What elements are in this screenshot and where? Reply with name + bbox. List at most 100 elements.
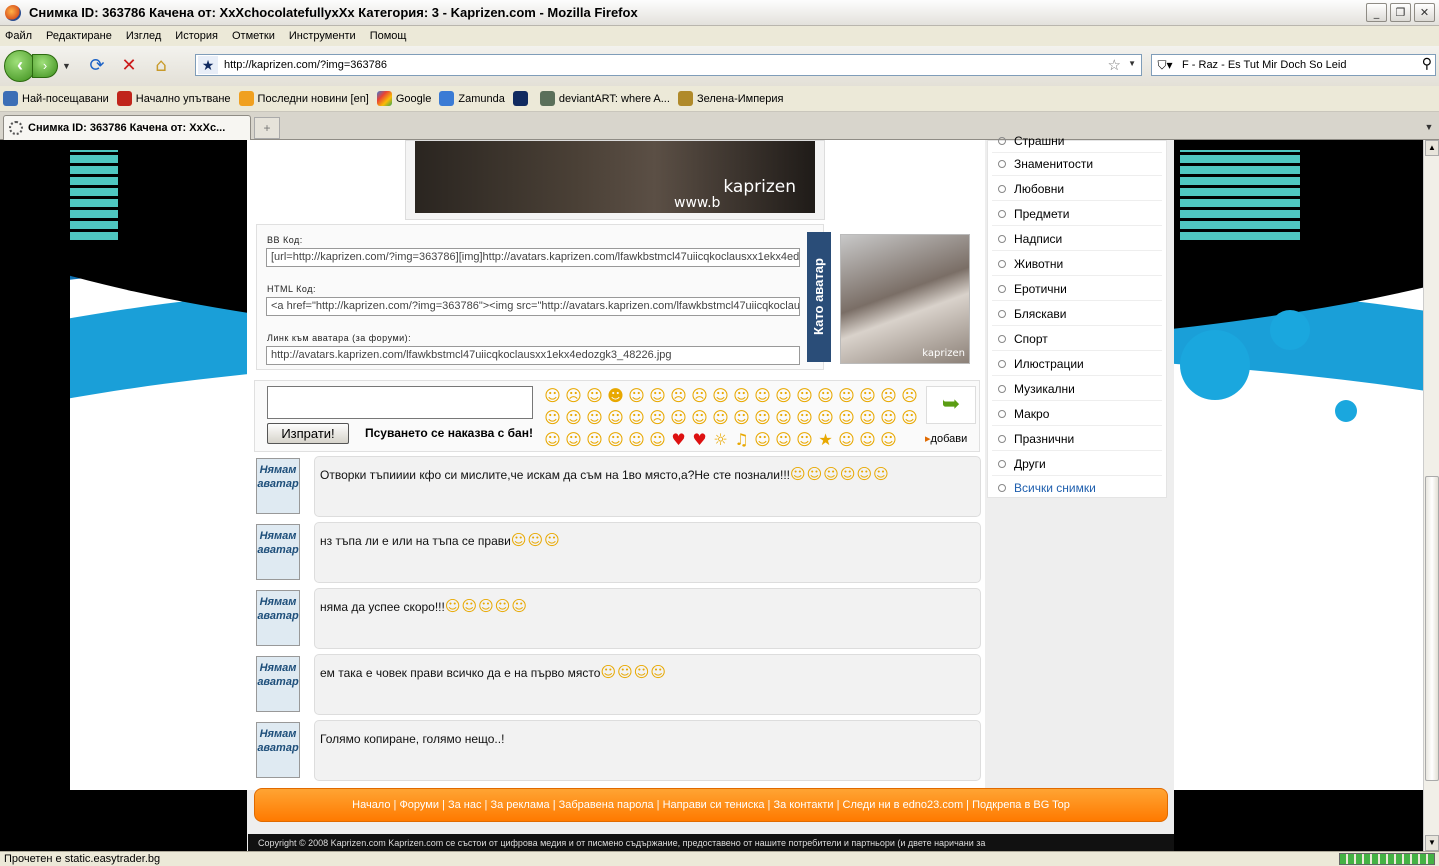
no-avatar-image[interactable]: Нямам аватар bbox=[256, 590, 300, 646]
smiley-icon[interactable]: ☺ bbox=[899, 407, 920, 428]
smiley-icon[interactable]: ☺ bbox=[815, 407, 836, 428]
smiley-icon[interactable]: ☺ bbox=[752, 429, 773, 450]
smiley-icon[interactable]: ☺ bbox=[878, 429, 899, 450]
search-engine-icon[interactable]: ⛉▾ bbox=[1152, 58, 1178, 73]
smiley-icon[interactable]: ☺ bbox=[836, 407, 857, 428]
url-bar[interactable]: ★ http://kaprizen.com/?img=363786 ☆ ▼ bbox=[195, 54, 1142, 76]
search-icon[interactable]: ⚲ bbox=[1422, 56, 1432, 72]
bookmark-zelena-imperiya[interactable]: Зелена-Империя bbox=[677, 91, 784, 106]
smiley-icon[interactable]: ☺ bbox=[815, 385, 836, 406]
category-scary[interactable]: Страшни bbox=[992, 129, 1162, 153]
smiley-icon[interactable]: ☺ bbox=[584, 385, 605, 406]
smiley-icon[interactable]: ☺ bbox=[563, 407, 584, 428]
bookmark-star[interactable] bbox=[512, 91, 532, 106]
home-icon[interactable]: ⌂ bbox=[150, 55, 172, 77]
smiley-icon[interactable]: ☺ bbox=[794, 407, 815, 428]
search-input[interactable]: F - Raz - Es Tut Mir Doch So Leid bbox=[1182, 59, 1346, 71]
bb-code-field[interactable]: [url=http://kaprizen.com/?img=363786][im… bbox=[266, 248, 800, 267]
smiley-icon[interactable]: ☺ bbox=[836, 429, 857, 450]
category-music[interactable]: Музикални bbox=[992, 377, 1162, 401]
smiley-icon[interactable]: ☹ bbox=[899, 385, 920, 406]
smiley-icon[interactable]: ☺ bbox=[626, 407, 647, 428]
category-erotic[interactable]: Еротични bbox=[992, 277, 1162, 301]
site-identity-icon[interactable]: ★ bbox=[198, 56, 218, 74]
smiley-icon[interactable]: ☺ bbox=[689, 407, 710, 428]
smiley-icon[interactable]: ☺ bbox=[647, 429, 668, 450]
smiley-icon[interactable]: ☺ bbox=[563, 429, 584, 450]
smiley-icon[interactable]: ☺ bbox=[878, 407, 899, 428]
menu-edit[interactable]: Редактиране bbox=[46, 30, 112, 42]
scrollbar-thumb[interactable] bbox=[1425, 476, 1439, 781]
bookmark-latest-news[interactable]: Последни новини [en] bbox=[238, 91, 369, 106]
search-bar[interactable]: ⛉▾ F - Raz - Es Tut Mir Doch So Leid ⚲ bbox=[1151, 54, 1436, 76]
category-animals[interactable]: Животни bbox=[992, 252, 1162, 276]
smiley-icon[interactable]: ☹ bbox=[878, 385, 899, 406]
smiley-icon[interactable]: ☼ bbox=[710, 429, 731, 450]
smiley-icon[interactable]: ★ bbox=[815, 429, 836, 450]
smiley-icon[interactable]: ☺ bbox=[647, 385, 668, 406]
smiley-icon[interactable]: ☺ bbox=[710, 407, 731, 428]
category-macro[interactable]: Макро bbox=[992, 402, 1162, 426]
category-holidays[interactable]: Празнични bbox=[992, 427, 1162, 451]
smiley-icon[interactable]: ☺ bbox=[584, 407, 605, 428]
footer-links[interactable]: Начало | Форуми | За нас | За реклама | … bbox=[254, 788, 1168, 822]
new-tab-button[interactable]: + bbox=[254, 117, 280, 139]
add-smiley-link[interactable]: ▸добави bbox=[925, 432, 967, 445]
smiley-icon[interactable]: ☺ bbox=[542, 385, 563, 406]
submit-comment-button[interactable]: Изпрати! bbox=[267, 423, 349, 444]
tab-active[interactable]: Снимка ID: 363786 Качена от: XxXc... bbox=[3, 115, 251, 140]
no-avatar-image[interactable]: Нямам аватар bbox=[256, 524, 300, 580]
html-code-field[interactable]: <a href="http://kaprizen.com/?img=363786… bbox=[266, 297, 800, 316]
bookmark-google[interactable]: Google bbox=[376, 91, 431, 106]
avatar-link-field[interactable]: http://avatars.kaprizen.com/lfawkbstmcl4… bbox=[266, 346, 800, 365]
minimize-button[interactable]: _ bbox=[1366, 3, 1387, 22]
add-smiley-box[interactable]: ➥ ▸добави bbox=[923, 384, 979, 448]
close-button[interactable]: ✕ bbox=[1414, 3, 1435, 22]
bookmark-getting-started[interactable]: Начално упътване bbox=[116, 91, 231, 106]
smiley-icon[interactable]: ☹ bbox=[563, 385, 584, 406]
bookmark-deviantart[interactable]: deviantART: where A... bbox=[539, 91, 670, 106]
bookmark-star-icon[interactable]: ☆ bbox=[1108, 56, 1121, 74]
category-other[interactable]: Други bbox=[992, 452, 1162, 476]
bookmark-most-visited[interactable]: Най-посещавани bbox=[3, 91, 109, 106]
maximize-button[interactable]: ❐ bbox=[1390, 3, 1411, 22]
smiley-icon[interactable]: ☹ bbox=[647, 407, 668, 428]
smiley-icon[interactable]: ☺ bbox=[857, 429, 878, 450]
category-captions[interactable]: Надписи bbox=[992, 227, 1162, 251]
category-all-images[interactable]: Всички снимки bbox=[992, 476, 1162, 500]
comment-textarea[interactable] bbox=[267, 386, 533, 419]
scroll-down-icon[interactable]: ▼ bbox=[1425, 835, 1439, 851]
category-glitter[interactable]: Бляскави bbox=[992, 302, 1162, 326]
url-dropdown-icon[interactable]: ▼ bbox=[1128, 59, 1136, 68]
smiley-icon[interactable]: ♫ bbox=[731, 429, 752, 450]
menu-help[interactable]: Помощ bbox=[370, 30, 407, 42]
smiley-icon[interactable]: ♥ bbox=[689, 429, 710, 450]
smiley-icon[interactable]: ☺ bbox=[752, 407, 773, 428]
smiley-icon[interactable]: ☺ bbox=[794, 385, 815, 406]
menu-history[interactable]: История bbox=[175, 30, 218, 42]
no-avatar-image[interactable]: Нямам аватар bbox=[256, 458, 300, 514]
smiley-icon[interactable]: ☺ bbox=[584, 429, 605, 450]
reload-icon[interactable]: ⟳ bbox=[86, 55, 108, 77]
smiley-icon[interactable]: ☺ bbox=[605, 407, 626, 428]
url-text[interactable]: http://kaprizen.com/?img=363786 bbox=[224, 59, 387, 71]
smiley-icon[interactable]: ☺ bbox=[626, 429, 647, 450]
smiley-icon[interactable]: ☺ bbox=[668, 407, 689, 428]
add-arrow-icon[interactable]: ➥ bbox=[926, 386, 976, 424]
smiley-icon[interactable]: ☺ bbox=[542, 407, 563, 428]
image-preview[interactable]: kaprizen www.b bbox=[405, 140, 825, 220]
no-avatar-image[interactable]: Нямам аватар bbox=[256, 722, 300, 778]
smiley-icon[interactable]: ☺ bbox=[857, 407, 878, 428]
avatar-thumbnail[interactable]: kaprizen bbox=[840, 234, 970, 364]
scroll-up-icon[interactable]: ▲ bbox=[1425, 140, 1439, 156]
category-celebrities[interactable]: Знаменитости bbox=[992, 152, 1162, 176]
stop-icon[interactable]: ✕ bbox=[118, 55, 140, 77]
smiley-icon[interactable]: ☺ bbox=[605, 429, 626, 450]
category-illustrations[interactable]: Илюстрации bbox=[992, 352, 1162, 376]
category-objects[interactable]: Предмети bbox=[992, 202, 1162, 226]
smiley-icon[interactable]: ☺ bbox=[857, 385, 878, 406]
menu-bookmarks[interactable]: Отметки bbox=[232, 30, 275, 42]
smiley-icon[interactable]: ☺ bbox=[752, 385, 773, 406]
menu-file[interactable]: Файл bbox=[5, 30, 32, 42]
smiley-icon[interactable]: ☺ bbox=[626, 385, 647, 406]
